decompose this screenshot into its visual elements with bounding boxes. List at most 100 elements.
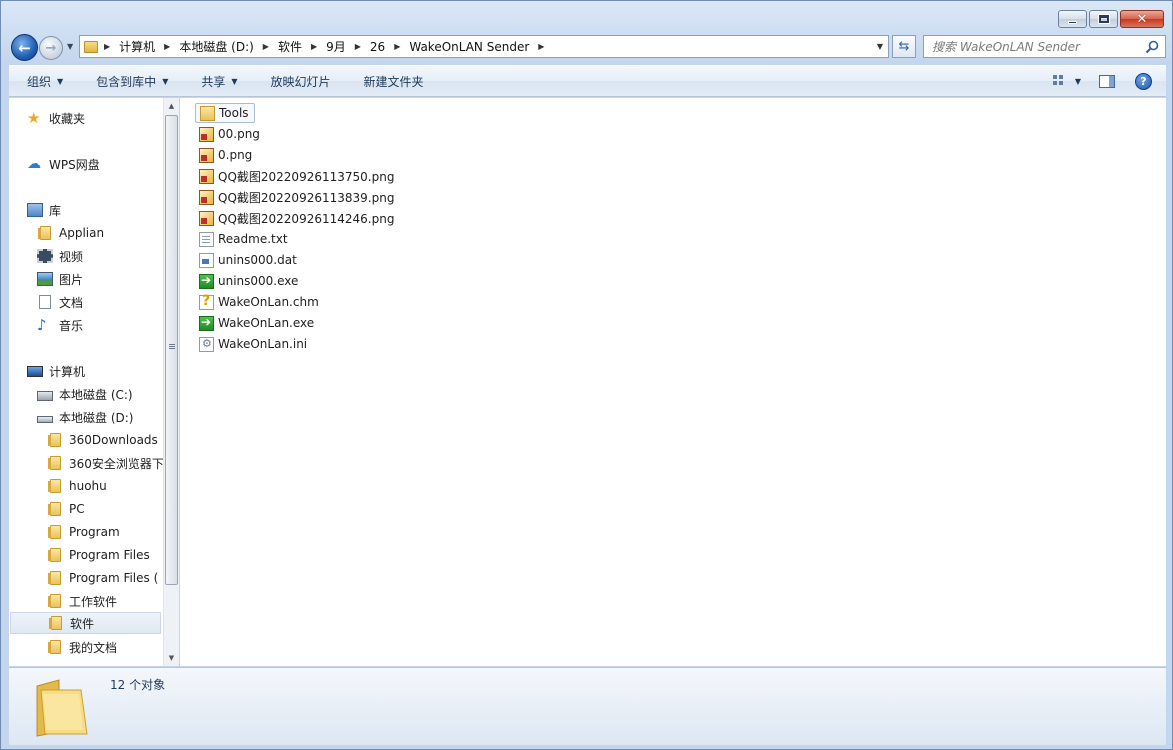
breadcrumb-item[interactable]: 计算机: [119, 38, 155, 55]
slideshow-button[interactable]: 放映幻灯片: [253, 66, 346, 96]
list-item[interactable]: WakeOnLan.chm: [195, 292, 324, 312]
share-label: 共享: [201, 74, 226, 89]
organize-menu-button[interactable]: 组织 ▼: [9, 66, 78, 96]
sidebar-item-label: 我的文档: [69, 640, 118, 655]
sidebar-item-videos[interactable]: 视频: [37, 245, 83, 267]
chevron-right-icon[interactable]: ▶: [311, 42, 317, 51]
forward-button[interactable]: →: [39, 36, 63, 60]
exe-file-icon: [199, 315, 214, 331]
search-input[interactable]: [932, 39, 1137, 54]
sidebar-item-label: 收藏夹: [49, 111, 86, 126]
sidebar-item-drive-c[interactable]: 本地磁盘 (C:): [37, 383, 133, 405]
sidebar-item-label: 软件: [70, 616, 95, 631]
sidebar-item-label: Program Files: [69, 548, 150, 562]
chevron-right-icon[interactable]: ▶: [164, 42, 170, 51]
breadcrumb-item[interactable]: 26: [370, 40, 385, 54]
address-bar[interactable]: ▶ 计算机 ▶ 本地磁盘 (D:) ▶ 软件 ▶ 9月 ▶ 26 ▶ WakeO…: [79, 35, 889, 58]
scroll-up-icon[interactable]: ▲: [164, 98, 179, 114]
list-item[interactable]: 00.png: [195, 124, 265, 144]
refresh-button[interactable]: ⇆: [892, 35, 916, 58]
chevron-right-icon[interactable]: ▶: [104, 42, 110, 51]
file-name: 0.png: [218, 148, 253, 162]
sidebar-item-label: Program Files (: [69, 571, 159, 585]
sidebar-item-folder[interactable]: 我的文档: [47, 636, 117, 658]
breadcrumb-item[interactable]: 软件: [278, 38, 302, 55]
list-item[interactable]: QQ截图20220926114246.png: [195, 208, 399, 228]
chevron-right-icon[interactable]: ▶: [394, 42, 400, 51]
sidebar-item-music[interactable]: ♪ 音乐: [37, 314, 83, 336]
view-dropdown[interactable]: ▼: [1075, 77, 1081, 86]
file-name: Readme.txt: [218, 232, 288, 246]
close-button[interactable]: ✕: [1120, 10, 1164, 28]
breadcrumb-item[interactable]: 本地磁盘 (D:): [179, 38, 253, 55]
minimize-button[interactable]: [1058, 10, 1087, 28]
sidebar-item-documents[interactable]: 文档: [37, 291, 83, 313]
file-name: WakeOnLan.exe: [218, 316, 315, 330]
sidebar-item-computer[interactable]: 计算机: [27, 360, 85, 382]
sidebar-item-wps-cloud[interactable]: ☁ WPS网盘: [27, 153, 100, 175]
list-item[interactable]: Readme.txt: [195, 229, 293, 249]
picture-icon: [37, 272, 53, 286]
navigation-scrollbar[interactable]: ▲ ▼: [163, 98, 179, 666]
sidebar-item-applian[interactable]: Applian: [37, 222, 104, 244]
new-folder-button[interactable]: 新建文件夹: [346, 66, 439, 96]
computer-icon: [27, 365, 43, 377]
image-file-icon: [199, 168, 214, 184]
search-box[interactable]: [923, 35, 1166, 58]
sidebar-item-label: 工作软件: [69, 594, 118, 609]
sidebar-item-folder[interactable]: 工作软件: [47, 590, 117, 612]
preview-pane-icon[interactable]: [1099, 74, 1115, 88]
sidebar-item-libraries[interactable]: 库: [27, 199, 61, 221]
sidebar-item-folder[interactable]: Program Files (: [47, 567, 163, 589]
arrow-left-icon: ←: [18, 38, 31, 57]
help-icon[interactable]: ?: [1135, 72, 1152, 90]
file-name: 00.png: [218, 127, 260, 141]
list-item[interactable]: 0.png: [195, 145, 257, 165]
back-button[interactable]: ←: [11, 34, 38, 61]
list-item[interactable]: WakeOnLan.ini: [195, 334, 312, 354]
sidebar-item-folder[interactable]: Program Files: [47, 544, 150, 566]
breadcrumb-item[interactable]: WakeOnLAN Sender: [409, 40, 529, 54]
sidebar-item-folder[interactable]: huohu: [47, 475, 107, 497]
navigation-bar: ← → ▼ ▶ 计算机 ▶ 本地磁盘 (D:) ▶ 软件 ▶ 9月 ▶ 26 ▶…: [9, 34, 1166, 61]
folder-icon: [36, 679, 88, 737]
breadcrumb-item[interactable]: 9月: [326, 38, 346, 55]
list-item[interactable]: unins000.dat: [195, 250, 302, 270]
sidebar-item-drive-d[interactable]: 本地磁盘 (D:): [37, 406, 133, 428]
sidebar-item-folder[interactable]: 360Downloads: [47, 429, 158, 451]
include-in-library-button[interactable]: 包含到库中 ▼: [78, 66, 183, 96]
list-item[interactable]: QQ截图20220926113750.png: [195, 166, 399, 186]
recent-pages-dropdown[interactable]: ▼: [67, 42, 73, 51]
chevron-right-icon[interactable]: ▶: [355, 42, 361, 51]
sidebar-item-folder[interactable]: Program: [47, 521, 120, 543]
sidebar-item-favorites[interactable]: ★ 收藏夹: [27, 107, 85, 129]
maximize-icon: [1098, 15, 1109, 23]
sidebar-item-label: 图片: [59, 272, 84, 287]
refresh-icon: ⇆: [898, 39, 910, 54]
sidebar-item-label: WPS网盘: [49, 157, 100, 172]
sidebar-item-label: PC: [69, 502, 85, 516]
list-item[interactable]: Tools: [195, 103, 255, 123]
sidebar-item-folder[interactable]: PC: [47, 498, 85, 520]
sidebar-item-folder[interactable]: 360安全浏览器下: [47, 452, 163, 474]
chevron-right-icon[interactable]: ▶: [538, 42, 544, 51]
view-options-icon[interactable]: [1052, 75, 1067, 87]
command-bar: 组织 ▼ 包含到库中 ▼ 共享 ▼ 放映幻灯片 新建文件夹 ▼ ?: [9, 65, 1166, 97]
sidebar-item-label: huohu: [69, 479, 107, 493]
list-item[interactable]: unins000.exe: [195, 271, 303, 291]
scrollbar-thumb[interactable]: [165, 115, 178, 585]
maximize-button[interactable]: [1089, 10, 1118, 28]
chevron-right-icon[interactable]: ▶: [263, 42, 269, 51]
share-button[interactable]: 共享 ▼: [183, 66, 252, 96]
document-icon: [39, 295, 51, 309]
list-item[interactable]: QQ截图20220926113839.png: [195, 187, 399, 207]
sidebar-item-folder-selected[interactable]: 软件: [10, 612, 161, 634]
chevron-down-icon: ▼: [57, 76, 64, 86]
search-icon[interactable]: [1145, 40, 1159, 54]
scroll-down-icon[interactable]: ▼: [164, 650, 179, 666]
sidebar-item-label: Applian: [59, 226, 105, 240]
address-history-dropdown[interactable]: ▼: [872, 42, 888, 51]
list-item[interactable]: WakeOnLan.exe: [195, 313, 319, 333]
sidebar-item-pictures[interactable]: 图片: [37, 268, 83, 290]
folder-icon: [48, 640, 61, 654]
